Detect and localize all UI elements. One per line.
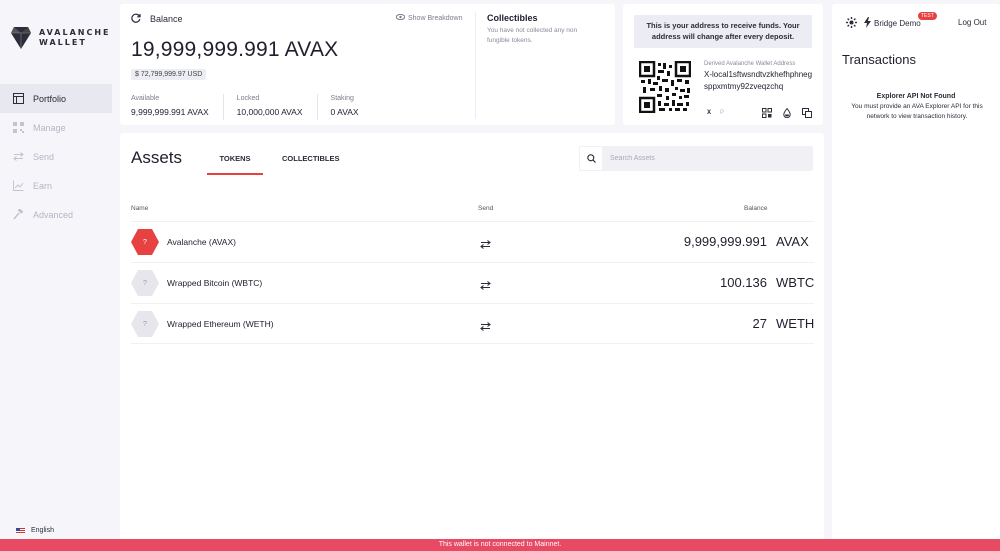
column-header-balance: Balance bbox=[744, 205, 768, 212]
token-wbtc-icon: ? bbox=[131, 270, 159, 296]
address-tools bbox=[761, 107, 821, 119]
tab-tokens[interactable]: TOKENS bbox=[207, 154, 263, 175]
search-input[interactable] bbox=[610, 155, 800, 162]
explorer-error-message: You must provide an AVA Explorer API for… bbox=[851, 103, 983, 120]
hammer-icon bbox=[13, 209, 24, 220]
chain-x-toggle[interactable]: X bbox=[707, 110, 711, 116]
locked-label: Locked bbox=[236, 95, 260, 102]
search-assets bbox=[579, 146, 813, 171]
portfolio-icon bbox=[13, 93, 24, 104]
balance-card: Balance Show Breakdown 19,999,999.991 AV… bbox=[120, 4, 615, 125]
sidebar-item-label: Earn bbox=[33, 180, 53, 191]
test-network-badge: TEST bbox=[918, 12, 937, 20]
network-name: Bridge Demo bbox=[874, 19, 921, 28]
address-notice: This is your address to receive funds. Y… bbox=[634, 15, 812, 48]
column-header-send: Send bbox=[478, 205, 494, 212]
balance-label: Balance bbox=[150, 14, 183, 24]
total-balance: 19,999,999.991 AVAX bbox=[131, 38, 339, 61]
token-amount: 27 bbox=[752, 316, 767, 331]
send-transfer-icon[interactable] bbox=[480, 318, 491, 336]
locked-value: 10,000,000 AVAX bbox=[236, 107, 303, 117]
staking-balance: Staking 0 AVAX bbox=[331, 94, 373, 120]
avalanche-logo-icon bbox=[11, 27, 31, 49]
token-symbol: WETH bbox=[776, 316, 815, 331]
token-amount: 9,999,999.991 bbox=[683, 234, 767, 249]
copy-icon[interactable] bbox=[801, 107, 813, 119]
network-selector[interactable]: Bridge Demo bbox=[846, 17, 921, 30]
language-selector[interactable]: English bbox=[16, 527, 54, 534]
sidebar-item-label: Send bbox=[33, 151, 55, 162]
qr-icon[interactable] bbox=[761, 107, 773, 119]
send-transfer-icon[interactable] bbox=[480, 277, 491, 295]
sidebar-item-send[interactable]: Send bbox=[0, 142, 112, 171]
us-flag-icon bbox=[16, 527, 25, 534]
transactions-title: Transactions bbox=[842, 52, 916, 67]
sidebar-item-portfolio[interactable]: Portfolio bbox=[0, 84, 112, 113]
logout-button[interactable]: Log Out bbox=[958, 18, 986, 27]
token-symbol: WBTC bbox=[776, 275, 815, 290]
staking-value: 0 AVAX bbox=[330, 107, 359, 117]
collectibles-title: Collectibles bbox=[487, 13, 538, 23]
token-weth-icon: ? bbox=[131, 311, 159, 337]
network-icon bbox=[846, 17, 857, 30]
transactions-panel: Bridge Demo TEST Log Out Transactions Ex… bbox=[832, 4, 1000, 551]
usd-balance: $ 72,799,999.97 USD bbox=[131, 69, 207, 80]
sidebar: AVALANCHE WALLET Portfolio Manage Send E… bbox=[0, 0, 112, 551]
table-row: ? Avalanche (AVAX) 9,999,999.991 AVAX bbox=[131, 221, 814, 262]
show-breakdown-button[interactable]: Show Breakdown bbox=[395, 13, 463, 22]
show-breakdown-label: Show Breakdown bbox=[408, 14, 463, 22]
qr-code bbox=[639, 61, 691, 113]
token-avax-icon: ? bbox=[131, 229, 159, 255]
eye-icon bbox=[395, 13, 406, 22]
collectibles-empty-text: You have not collected any non fungible … bbox=[487, 27, 578, 44]
token-symbol: AVAX bbox=[776, 234, 809, 249]
send-transfer-icon[interactable] bbox=[480, 236, 491, 254]
table-row: ? Wrapped Ethereum (WETH) 27 WETH bbox=[131, 303, 814, 344]
sidebar-item-label: Portfolio bbox=[33, 93, 67, 104]
available-label: Available bbox=[131, 95, 160, 102]
qr-grid-icon bbox=[13, 122, 24, 133]
token-name: Avalanche (AVAX) bbox=[167, 237, 236, 247]
assets-card: Assets TOKENS COLLECTIBLES Name Send Bal… bbox=[120, 133, 824, 551]
divider bbox=[475, 12, 476, 119]
chain-p-toggle[interactable]: P bbox=[720, 110, 724, 116]
refresh-icon[interactable] bbox=[131, 13, 141, 25]
assets-title: Assets bbox=[131, 148, 183, 167]
transfer-icon bbox=[13, 151, 24, 162]
chart-icon bbox=[13, 180, 24, 191]
sidebar-item-advanced[interactable]: Advanced bbox=[0, 200, 112, 229]
token-name: Wrapped Bitcoin (WBTC) bbox=[167, 278, 263, 288]
table-row: ? Wrapped Bitcoin (WBTC) 100.136 WBTC bbox=[131, 262, 814, 303]
sidebar-nav: Portfolio Manage Send Earn Advanced bbox=[0, 84, 112, 229]
staking-label: Staking bbox=[330, 95, 354, 102]
balance-breakdown: Available 9,999,999.991 AVAX Locked 10,0… bbox=[131, 94, 386, 120]
locked-balance: Locked 10,000,000 AVAX bbox=[237, 94, 318, 120]
logo-text-line2: WALLET bbox=[39, 38, 87, 47]
language-label: English bbox=[31, 527, 54, 534]
address-label: Derived Avalanche Wallet Address bbox=[704, 61, 796, 67]
sidebar-item-label: Manage bbox=[33, 122, 66, 133]
sidebar-item-manage[interactable]: Manage bbox=[0, 113, 112, 142]
lightning-icon bbox=[864, 17, 871, 30]
sidebar-item-label: Advanced bbox=[33, 209, 74, 220]
token-amount: 100.136 bbox=[720, 275, 767, 290]
logo[interactable]: AVALANCHE WALLET bbox=[10, 26, 111, 50]
sidebar-item-earn[interactable]: Earn bbox=[0, 171, 112, 200]
address-card: This is your address to receive funds. Y… bbox=[623, 4, 823, 125]
balance-header: Balance bbox=[131, 13, 183, 25]
search-icon[interactable] bbox=[579, 146, 603, 171]
ledger-drop-icon[interactable] bbox=[781, 107, 793, 119]
mainnet-warning-banner: This wallet is not connected to Mainnet. bbox=[0, 539, 1000, 551]
tab-collectibles[interactable]: COLLECTIBLES bbox=[282, 154, 340, 163]
logo-text-line1: AVALANCHE bbox=[39, 28, 111, 37]
available-value: 9,999,999.991 AVAX bbox=[131, 107, 209, 117]
available-balance: Available 9,999,999.991 AVAX bbox=[131, 94, 224, 120]
explorer-error-title: Explorer API Not Found bbox=[876, 93, 956, 100]
wallet-address[interactable]: X-local1sftwsndtvzkhefhphnegsppxmtmy92zv… bbox=[704, 69, 816, 93]
column-header-name: Name bbox=[131, 205, 149, 212]
token-name: Wrapped Ethereum (WETH) bbox=[167, 319, 274, 329]
